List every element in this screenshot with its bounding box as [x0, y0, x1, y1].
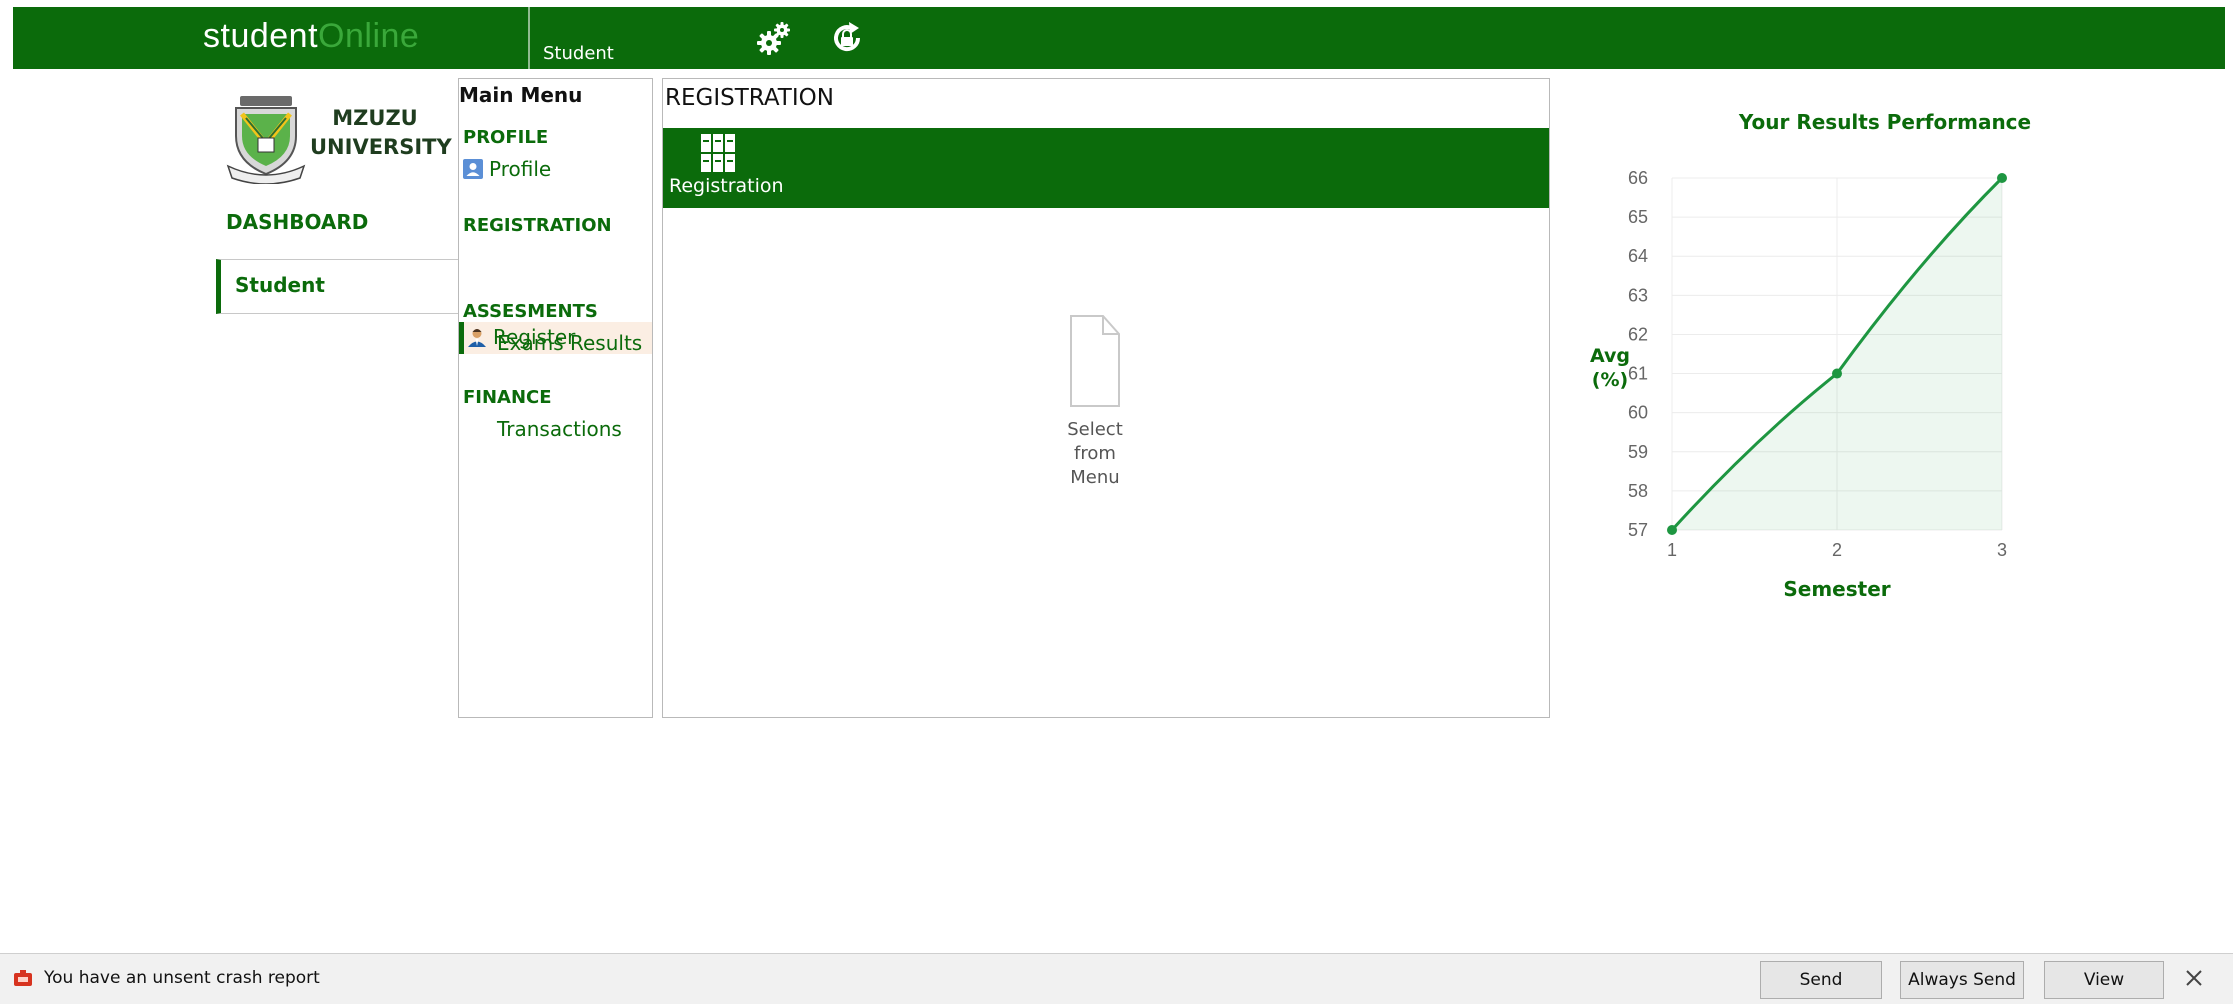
y-tick-label: 66 — [1628, 168, 1648, 188]
sidebar-item-label: Student — [235, 273, 325, 297]
y-tick-label: 58 — [1628, 481, 1648, 501]
always-send-button[interactable]: Always Send — [1900, 961, 2024, 999]
data-point — [1832, 368, 1842, 379]
y-tick-label: 64 — [1628, 246, 1648, 266]
y-tick-label: 62 — [1628, 324, 1648, 344]
user-card-icon — [463, 159, 483, 179]
close-icon[interactable] — [2180, 964, 2208, 992]
crash-report-icon — [14, 970, 32, 986]
files-icon — [701, 134, 735, 172]
y-axis-label-line2: (%) — [1592, 369, 1628, 391]
y-tick-label: 65 — [1628, 207, 1648, 227]
placeholder-line3: Menu — [1070, 467, 1120, 488]
y-tick-label: 59 — [1628, 442, 1648, 462]
x-tick-label: 2 — [1832, 540, 1842, 560]
navbar-divider — [528, 7, 530, 69]
person-icon — [468, 329, 486, 347]
menu-section-registration: REGISTRATION — [463, 215, 612, 236]
placeholder-line1: Select — [1067, 419, 1123, 440]
refresh-lock-icon[interactable] — [828, 19, 866, 57]
y-tick-label: 60 — [1628, 403, 1648, 423]
sidebar-item-student[interactable]: Student — [216, 259, 458, 314]
menu-section-finance: FINANCE — [463, 387, 552, 408]
view-button[interactable]: View — [2044, 961, 2164, 999]
y-tick-label: 61 — [1628, 364, 1648, 384]
menu-item-transactions[interactable]: Transactions — [497, 417, 622, 441]
university-name-line2: UNIVERSITY — [310, 135, 452, 159]
y-tick-label: 57 — [1628, 520, 1648, 540]
registration-panel: REGISTRATION Registration Select from Me… — [662, 78, 1550, 718]
menu-item-label: Profile — [489, 157, 552, 181]
document-icon — [1070, 315, 1120, 407]
menu-item-profile[interactable]: Profile — [463, 157, 551, 181]
registration-tile-label: Registration — [669, 175, 784, 197]
menu-item-exams-results[interactable]: Exams Results — [497, 331, 642, 355]
menu-section-profile: PROFILE — [463, 127, 549, 148]
crash-report-message: You have an unsent crash report — [44, 968, 320, 988]
chart-title: Your Results Performance — [1738, 110, 2032, 134]
university-name-line1: MZUZU — [332, 106, 418, 130]
main-menu-panel: Main Menu PROFILE Profile REGISTRATION R… — [458, 78, 653, 718]
y-tick-label: 63 — [1628, 285, 1648, 305]
registration-title: REGISTRATION — [665, 85, 834, 111]
select-from-menu-text: Select from Menu — [1043, 418, 1147, 490]
brand-logo[interactable]: studentOnline — [203, 17, 419, 56]
performance-chart: 57 58 59 60 61 62 63 64 65 66 1 2 3 Avg(%) Semester — [1590, 168, 2007, 601]
brand-part2: Online — [318, 17, 420, 55]
gears-icon[interactable] — [755, 19, 793, 57]
university-name: MZUZU UNIVERSITY — [310, 104, 452, 162]
send-button[interactable]: Send — [1760, 961, 1882, 999]
registration-tile[interactable]: Registration — [663, 128, 1549, 208]
data-point — [1667, 525, 1677, 535]
main-menu-title: Main Menu — [459, 83, 583, 107]
menu-section-assesments: ASSESMENTS — [463, 301, 598, 322]
x-tick-label: 3 — [1997, 540, 2007, 560]
top-navbar: studentOnline Student — [13, 7, 2225, 69]
placeholder-line2: from — [1074, 443, 1116, 464]
university-crest-logo — [226, 96, 306, 184]
crash-report-bar: You have an unsent crash report Send Alw… — [0, 953, 2233, 1004]
y-axis-label-line1: Avg — [1590, 345, 1630, 367]
brand-part1: student — [203, 17, 319, 55]
x-axis-label: Semester — [1783, 577, 1890, 601]
x-tick-label: 1 — [1667, 540, 1677, 560]
user-role-label: Student — [543, 43, 614, 64]
data-point — [1997, 173, 2007, 183]
dashboard-link[interactable]: DASHBOARD — [226, 210, 368, 234]
